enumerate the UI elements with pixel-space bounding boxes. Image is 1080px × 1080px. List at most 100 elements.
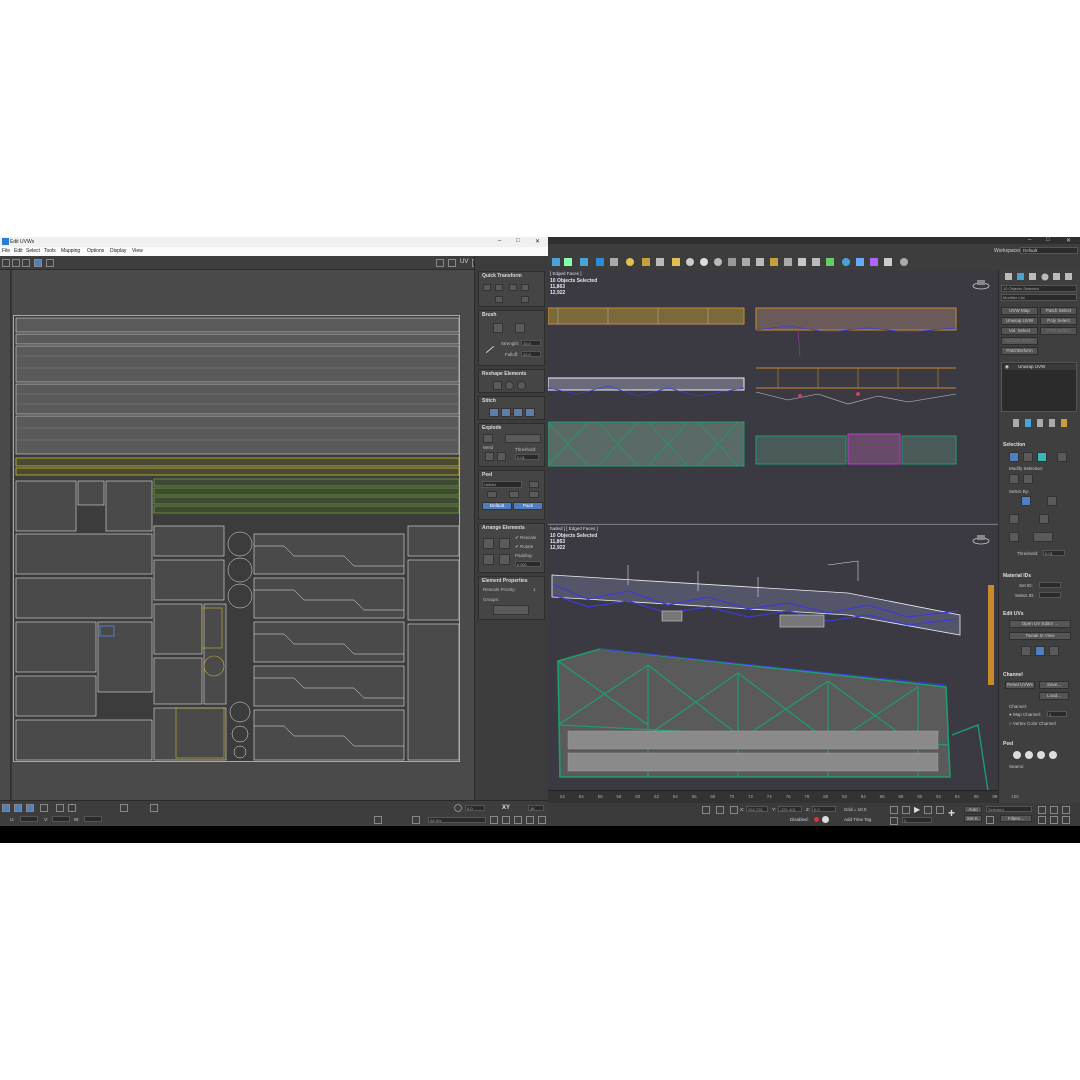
absolute-mode-icon[interactable] <box>730 806 738 814</box>
straighten-icon[interactable] <box>493 381 502 390</box>
goto-end-icon[interactable] <box>936 806 944 814</box>
patchdeform-button[interactable]: PatchDeform <box>1001 347 1038 355</box>
space-vertical-icon[interactable] <box>495 296 503 303</box>
falloff-input[interactable]: 20.0 <box>521 351 541 357</box>
ring-icon[interactable] <box>1009 514 1019 524</box>
select-face-icon[interactable] <box>26 804 34 812</box>
zoom-all-icon[interactable] <box>1050 806 1058 814</box>
uv-layout-canvas[interactable] <box>13 315 460 762</box>
threshold-cmd-input[interactable]: 0.01 <box>1043 550 1065 556</box>
load-uvw-button[interactable]: Load... <box>1039 692 1069 700</box>
vertex-color-radio[interactable]: ○ Vertex Color Channel <box>1009 721 1056 726</box>
v-input[interactable] <box>52 816 70 822</box>
rotate-icon[interactable] <box>12 259 20 267</box>
rotate-checkbox[interactable]: ✔ Rotate <box>515 544 533 550</box>
next-frame-icon[interactable] <box>924 806 932 814</box>
paint-select-icon[interactable] <box>120 804 128 812</box>
reshape-title[interactable]: Reshape Elements <box>482 371 526 377</box>
pan-icon[interactable] <box>490 816 498 824</box>
minimize-icon[interactable]: – <box>498 238 501 244</box>
save-uvw-button[interactable]: Save... <box>1039 681 1069 689</box>
peel-pin-icon[interactable] <box>509 491 519 498</box>
strength-input[interactable]: 10.0 <box>521 340 541 346</box>
goto-start-icon[interactable] <box>890 806 898 814</box>
point-to-point-icon[interactable] <box>1009 532 1019 542</box>
orbit-icon[interactable] <box>1062 816 1070 824</box>
ffd-select-button[interactable]: FFD Select <box>1040 327 1077 335</box>
menu-select[interactable]: Select <box>26 248 40 254</box>
select-by-angle-icon[interactable] <box>1047 496 1057 506</box>
move-icon[interactable] <box>2 259 10 267</box>
rescale-priority-value[interactable]: 1 <box>533 587 536 592</box>
isolate-icon[interactable] <box>702 806 710 814</box>
rescale-checkbox[interactable]: ✔ Rescale <box>515 535 536 541</box>
rotate-ccw-icon[interactable] <box>521 296 529 303</box>
add-time-tag-label[interactable]: Add Time Tag <box>844 817 871 822</box>
timeline[interactable]: 52 54 56 58 60 62 64 66 68 70 72 74 76 78 80 82 84 86 88 90… <box>548 790 1019 803</box>
filters-button[interactable]: Filters... <box>1000 815 1032 822</box>
peel-pack-button[interactable]: Pack <box>513 502 543 510</box>
fov-icon[interactable] <box>1038 816 1046 824</box>
pack-custom-icon[interactable] <box>483 554 494 565</box>
zoom-viewport-icon[interactable] <box>1038 806 1046 814</box>
prev-frame-icon[interactable] <box>902 806 910 814</box>
modifier-stack[interactable]: Unwrap UVW ◉ <box>1001 362 1077 412</box>
u-input[interactable] <box>20 816 38 822</box>
face-mode-icon[interactable] <box>1037 452 1047 462</box>
ids-dropdown[interactable]: All IDs <box>428 817 486 823</box>
weld-target-icon[interactable] <box>497 452 506 461</box>
grow-icon[interactable] <box>1009 474 1019 484</box>
material-ids-rollout[interactable]: Material IDs <box>1003 573 1031 579</box>
stitch-custom-icon[interactable] <box>525 408 535 417</box>
relax-brush-icon[interactable] <box>515 323 525 333</box>
menu-tools[interactable]: Tools <box>44 248 56 254</box>
unwrap-uvw-button[interactable]: Unwrap UVW <box>1001 317 1038 325</box>
surface-select-button[interactable]: Surface Select <box>1001 337 1038 345</box>
peel-mode-dropdown[interactable]: Unfold <box>482 481 522 488</box>
select-vertex-icon[interactable] <box>2 804 10 812</box>
main-maximize-icon[interactable]: □ <box>1046 237 1050 243</box>
stitch-source-icon[interactable] <box>489 408 499 417</box>
map-channel-input[interactable]: 1 <box>1047 711 1067 717</box>
reset-uvws-button[interactable]: Reset UVWs <box>1005 681 1035 689</box>
play-icon[interactable]: ▶ <box>914 805 920 814</box>
break-icon[interactable] <box>483 434 493 443</box>
edit-uvs-rollout[interactable]: Edit UVs <box>1003 611 1024 617</box>
select-id-input[interactable] <box>1039 592 1061 598</box>
filter-icon[interactable] <box>412 816 420 824</box>
padding-input[interactable]: 0.001 <box>515 561 541 567</box>
lock-icon[interactable] <box>374 816 382 824</box>
stack-item-unwrap-uvw[interactable]: Unwrap UVW <box>1004 364 1076 370</box>
shrink-selection-icon[interactable] <box>68 804 76 812</box>
select-edge-icon[interactable] <box>14 804 22 812</box>
x-input[interactable]: 264.725 <box>746 806 768 812</box>
weld-selected-icon[interactable] <box>485 452 494 461</box>
peel-rollout[interactable]: Peel <box>1003 741 1013 747</box>
show-map-cmd-icon[interactable] <box>1049 646 1059 656</box>
open-uv-editor-button[interactable]: Open UV Editor ... <box>1009 620 1071 628</box>
set-key-button[interactable]: Set K. <box>964 815 982 822</box>
workspaces-dropdown[interactable]: Default <box>1020 247 1078 254</box>
align-vertical-icon[interactable] <box>495 284 503 291</box>
element-properties-title[interactable]: Element Properties <box>482 578 528 584</box>
stitch-target-icon[interactable] <box>513 408 523 417</box>
top-viewport[interactable]: [ Edged Faces ] 10 Objects Selected 11,8… <box>548 270 998 523</box>
brush-title[interactable]: Brush <box>482 312 496 318</box>
time-tag-icon[interactable] <box>822 816 829 823</box>
set-key-icon[interactable]: + <box>948 806 955 820</box>
explode-title[interactable]: Explode <box>482 425 501 431</box>
freeform-icon[interactable] <box>34 259 42 267</box>
uvw-map-button[interactable]: UVW Map <box>1001 307 1038 315</box>
auto-key-button[interactable]: Auto <box>964 806 982 813</box>
relax-icon[interactable] <box>505 381 514 390</box>
modifier-list-dropdown[interactable]: Modifier List <box>1001 294 1077 301</box>
main-minimize-icon[interactable]: – <box>1028 237 1031 243</box>
align-x-icon[interactable] <box>1035 646 1045 656</box>
align-horizontal-icon[interactable] <box>509 284 517 291</box>
vertex-mode-icon[interactable] <box>1009 452 1019 462</box>
threshold-input[interactable]: 0.01 <box>515 454 539 460</box>
main-close-icon[interactable]: ✕ <box>1066 237 1071 244</box>
explode-options[interactable] <box>505 434 541 443</box>
peel-reset-icon[interactable] <box>529 481 539 488</box>
menu-display[interactable]: Display <box>110 248 126 254</box>
